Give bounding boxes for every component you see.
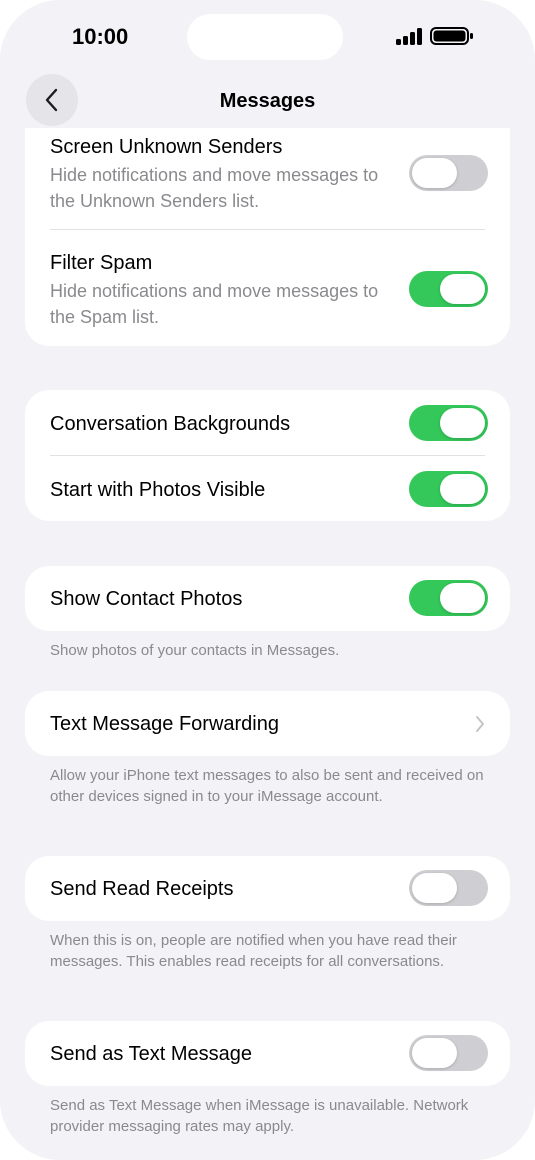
screen-unknown-senders-toggle[interactable] bbox=[409, 155, 488, 191]
filter-spam-subtitle: Hide notifications and move messages to … bbox=[50, 281, 379, 327]
backgrounds-group: Conversation Backgrounds Start with Phot… bbox=[25, 390, 510, 521]
read-receipts-footer: When this is on, people are notified whe… bbox=[50, 932, 457, 970]
send-as-text-toggle[interactable] bbox=[409, 1035, 488, 1071]
filter-spam-toggle[interactable] bbox=[409, 271, 488, 307]
read-receipts-group: Send Read Receipts bbox=[25, 856, 510, 921]
send-read-receipts-toggle[interactable] bbox=[409, 870, 488, 906]
divider bbox=[50, 229, 485, 230]
conversation-backgrounds-toggle[interactable] bbox=[409, 405, 488, 441]
contact-photos-group: Show Contact Photos bbox=[25, 566, 510, 631]
status-time: 10:00 bbox=[72, 24, 129, 49]
phone-screen: 10:00 Messages Screen Unknown Senders Hi… bbox=[0, 0, 535, 1160]
send-as-text-footer: Send as Text Message when iMessage is un… bbox=[50, 1097, 469, 1135]
page-title: Messages bbox=[219, 90, 316, 112]
battery-icon bbox=[430, 27, 473, 45]
send-read-receipts-title: Send Read Receipts bbox=[50, 878, 234, 900]
show-contact-photos-title: Show Contact Photos bbox=[50, 588, 243, 610]
filter-spam-title: Filter Spam bbox=[50, 252, 153, 274]
contact-photos-footer: Show photos of your contacts in Messages… bbox=[50, 642, 340, 659]
signal-icon bbox=[396, 27, 424, 45]
screen-unknown-senders-subtitle: Hide notifications and move messages to … bbox=[50, 165, 379, 211]
status-bar: 10:00 bbox=[0, 0, 535, 70]
send-as-text-group: Send as Text Message bbox=[25, 1021, 510, 1086]
dynamic-island bbox=[187, 14, 343, 60]
text-message-forwarding-title: Text Message Forwarding bbox=[50, 713, 279, 735]
screen-unknown-senders-title: Screen Unknown Senders bbox=[50, 136, 283, 158]
conversation-backgrounds-title: Conversation Backgrounds bbox=[50, 413, 291, 435]
send-as-text-title: Send as Text Message bbox=[50, 1043, 252, 1065]
text-message-forwarding-row[interactable]: Text Message Forwarding bbox=[25, 691, 510, 756]
chevron-right-icon bbox=[476, 716, 484, 732]
filtering-group: Screen Unknown Senders Hide notification… bbox=[25, 128, 510, 346]
divider bbox=[50, 455, 485, 456]
start-with-photos-title: Start with Photos Visible bbox=[50, 479, 266, 501]
show-contact-photos-toggle[interactable] bbox=[409, 580, 488, 616]
start-with-photos-toggle[interactable] bbox=[409, 471, 488, 507]
forwarding-footer: Allow your iPhone text messages to also … bbox=[50, 767, 484, 805]
